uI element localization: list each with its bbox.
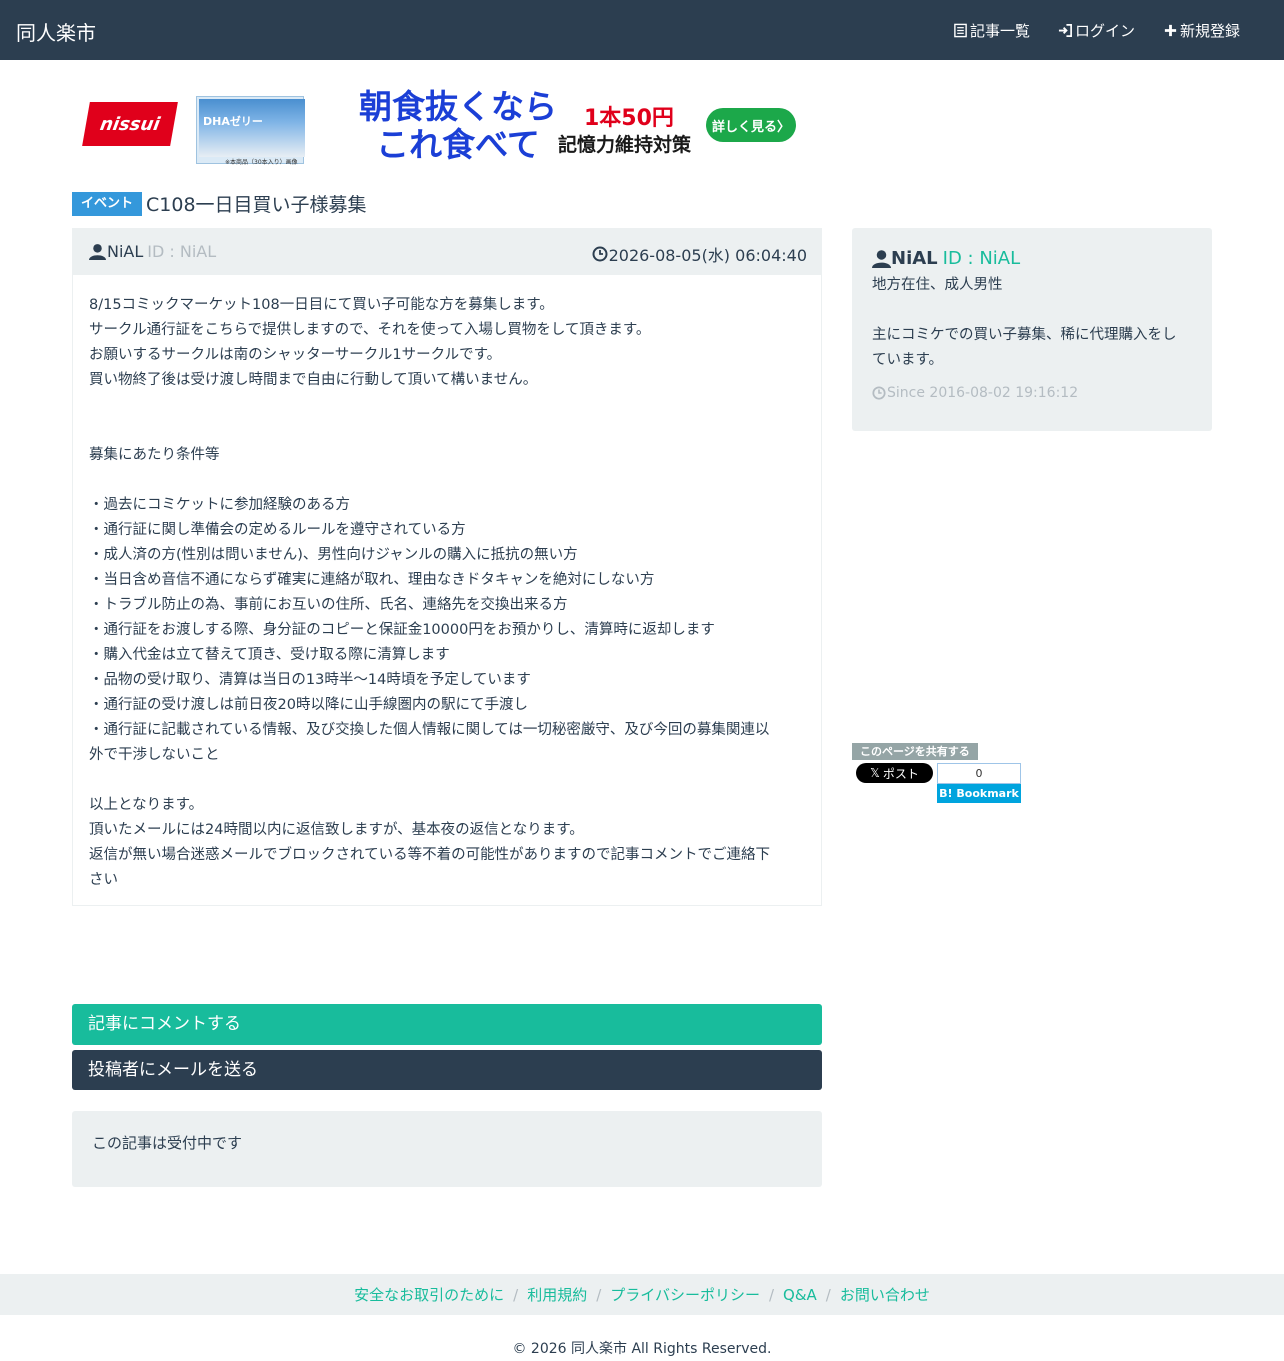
user-icon <box>872 250 891 268</box>
article-body-line <box>89 418 805 443</box>
article-body-line: 頂いたメールには24時間以内に返信致しますが、基本夜の返信となります。 <box>89 822 584 838</box>
nav-register[interactable]: 新規登録 <box>1163 20 1240 41</box>
comment-button[interactable]: 記事にコメントする <box>72 1004 822 1045</box>
article-title: C108一日目買い子様募集 <box>146 194 367 216</box>
article-body-line: ・通行証の受け渡しは前日夜20時以降に山手線圏内の駅にて手渡し <box>89 697 528 713</box>
footer-link[interactable]: Q&A <box>783 1286 817 1304</box>
user-icon <box>89 244 106 260</box>
article-body: 8/15コミックマーケット108一日目にて買い子可能な方を募集します。サークル通… <box>73 275 821 893</box>
article-body-line: ・過去にコミケットに参加経験のある方 <box>89 497 350 513</box>
footer-separator: / <box>513 1285 519 1304</box>
plus-icon <box>1164 24 1177 37</box>
author-profile-card: NiAL ID : NiAL 地方在住、成人男性主にコミケでの買い子募集、稀に代… <box>852 228 1212 431</box>
list-icon <box>954 23 967 38</box>
article-body-line: 返信が無い場合迷惑メールでブロックされている等不着の可能性がありますので記事コメ… <box>89 847 771 863</box>
footer-link[interactable]: 安全なお取引のために <box>354 1284 504 1305</box>
x-icon: 𝕏 <box>870 766 880 780</box>
article-body-line: 以上となります。 <box>89 797 204 813</box>
footer-link[interactable]: お問い合わせ <box>840 1284 930 1305</box>
ad-product-text: DHAゼリー <box>203 115 263 128</box>
ad-banner[interactable]: nissui DHAゼリー ※本商品（30本入り）画像 朝食抜くなら これ食べて… <box>76 86 800 166</box>
article-body-line <box>89 768 805 793</box>
profile-bio-line: 地方在住、成人男性 <box>872 277 1003 293</box>
article-body-line: ・購入代金は立て替えて頂き、受け取る際に清算します <box>89 647 450 663</box>
nav-login-label: ログイン <box>1074 22 1135 40</box>
profile-since: Since 2016-08-02 19:16:12 <box>872 385 1192 401</box>
profile-bio-line: 主にコミケでの買い子募集、稀に代理購入をし <box>872 327 1177 343</box>
profile-id: ID : NiAL <box>942 248 1021 269</box>
top-navbar: 同人楽市 記事一覧 ログイン 新規登録 <box>0 0 1284 60</box>
article-body-line: ・トラブル防止の為、事前にお互いの住所、氏名、連絡先を交換出来る方 <box>89 597 568 613</box>
ad-headline-line2: これ食べて <box>376 125 540 164</box>
footer-link[interactable]: 利用規約 <box>527 1284 587 1305</box>
nav-register-label: 新規登録 <box>1179 22 1240 40</box>
footer-separator: / <box>825 1285 831 1304</box>
article-body-line: 募集にあたり条件等 <box>89 447 220 463</box>
ad-cta-button[interactable]: 詳しく見る〉 <box>706 108 796 142</box>
article-panel: NiAL ID : NiAL 2026-08-05(水) 06:04:40 8/… <box>72 228 822 906</box>
x-post-button[interactable]: 𝕏 ポスト <box>856 763 933 783</box>
article-body-line: さい <box>89 872 118 888</box>
nav-article-list[interactable]: 記事一覧 <box>953 20 1030 41</box>
ad-subline: 記憶力維持対策 <box>558 134 692 156</box>
ad-product-caption: ※本商品（30本入り）画像 <box>225 159 298 166</box>
profile-since-text: Since 2016-08-02 19:16:12 <box>887 385 1079 401</box>
footer-separator: / <box>768 1285 775 1304</box>
profile-author[interactable]: NiAL ID : NiAL <box>872 248 1192 269</box>
footer-separator: / <box>596 1285 602 1304</box>
author-name: NiAL <box>107 242 144 261</box>
footer-links: 安全なお取引のために / 利用規約 / プライバシーポリシー / Q&A / お問い合わせ <box>0 1274 1284 1315</box>
send-mail-button[interactable]: 投稿者にメールを送る <box>72 1050 822 1090</box>
article-body-line: ・当日含め音信不通にならず確実に連絡が取れ、理由なきドタキャンを絶対にしない方 <box>89 572 655 588</box>
ad-product-image: DHAゼリー ※本商品（30本入り）画像 <box>196 96 305 166</box>
profile-bio-line <box>872 298 1192 323</box>
ad-headline: 朝食抜くなら これ食べて <box>358 88 558 164</box>
article-body-line: サークル通行証をこちらで提供しますので、それを使って入場し買物をして頂きます。 <box>89 322 651 338</box>
article-title-row: イベント C108一日目買い子様募集 <box>72 190 367 217</box>
article-body-line: お願いするサークルは南のシャッターサークル1サークルです。 <box>89 347 502 363</box>
login-icon <box>1058 24 1072 37</box>
hatena-bookmark-button[interactable]: 0 B! Bookmark <box>937 763 1021 803</box>
profile-bio-line: ています。 <box>872 352 944 368</box>
profile-name: NiAL <box>891 248 938 269</box>
hatena-label: B! Bookmark <box>937 784 1021 803</box>
profile-bio: 地方在住、成人男性主にコミケでの買い子募集、稀に代理購入をし ています。 <box>872 273 1192 373</box>
article-body-line: 8/15コミックマーケット108一日目にて買い子可能な方を募集します。 <box>89 297 554 313</box>
footer-link[interactable]: プライバシーポリシー <box>610 1284 760 1305</box>
brand-logo[interactable]: 同人楽市 <box>16 17 96 46</box>
post-date-text: 2026-08-05(水) 06:04:40 <box>608 246 807 265</box>
ad-price: 1本50円 <box>584 106 674 131</box>
article-panel-header: NiAL ID : NiAL 2026-08-05(水) 06:04:40 <box>73 229 821 275</box>
author-id: ID : NiAL <box>147 242 217 261</box>
ad-headline-line1: 朝食抜くなら <box>359 87 557 126</box>
article-status: この記事は受付中です <box>72 1111 822 1187</box>
article-body-line: 外で干渉しないこと <box>89 747 220 763</box>
article-body-line: ・通行証をお渡しする際、身分証のコピーと保証金10000円をお預かりし、清算時に… <box>89 622 715 638</box>
nav-links: 記事一覧 ログイン 新規登録 <box>953 20 1240 41</box>
ad-brand-logo: nissui <box>82 102 178 146</box>
article-body-line: 買い物終了後は受け渡し時間まで自由に行動して頂いて構いません。 <box>89 372 538 388</box>
article-body-line <box>89 393 805 418</box>
article-author[interactable]: NiAL ID : NiAL <box>89 242 216 261</box>
nav-login[interactable]: ログイン <box>1058 20 1135 41</box>
hatena-count: 0 <box>937 763 1021 784</box>
copyright: © 2026 同人楽市 All Rights Reserved. <box>512 1341 772 1357</box>
x-post-label: ポスト <box>882 766 919 781</box>
article-body-line: ・通行証に関し準備会の定めるルールを遵守されている方 <box>89 522 466 538</box>
article-body-line: ・品物の受け取り、清算は当日の13時半〜14時頃を予定しています <box>89 672 531 688</box>
article-body-line: ・成人済の方(性別は問いません)、男性向けジャンルの購入に抵抗の無い方 <box>89 547 578 563</box>
post-date: 2026-08-05(水) 06:04:40 <box>592 242 807 266</box>
share-label: このページを共有する <box>852 743 978 760</box>
clock-icon <box>872 386 886 400</box>
category-badge: イベント <box>72 191 143 216</box>
article-body-line <box>89 468 805 493</box>
clock-icon <box>592 246 608 262</box>
nav-article-list-label: 記事一覧 <box>969 22 1030 40</box>
article-body-line: ・通行証に記載されている情報、及び交換した個人情報に関しては一切秘密厳守、及び今… <box>89 722 770 738</box>
